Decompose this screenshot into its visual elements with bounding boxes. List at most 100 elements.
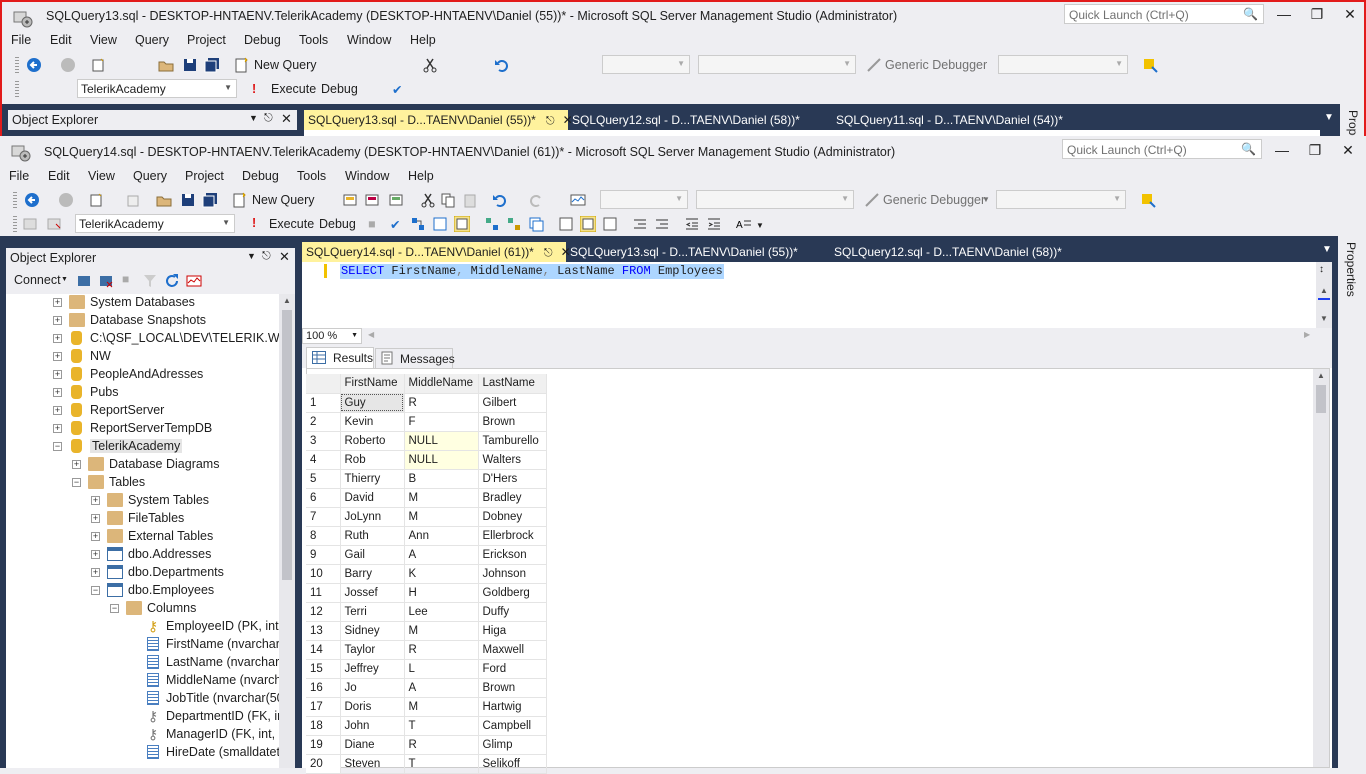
grid-cell[interactable]: Campbell: [478, 716, 547, 736]
tree-node[interactable]: + PeopleAndAdresses: [6, 366, 279, 384]
grid-cell[interactable]: M: [404, 488, 479, 508]
disconnect-icon[interactable]: [98, 273, 114, 289]
tree-node[interactable]: − dbo.Employees: [6, 582, 279, 600]
grid-cell[interactable]: Bradley: [478, 488, 547, 508]
grid-cell[interactable]: L: [404, 659, 479, 679]
live-stats-icon[interactable]: [506, 216, 522, 232]
back-arrow-icon[interactable]: [26, 57, 42, 73]
row-number-cell[interactable]: 4: [306, 450, 341, 470]
grid-cell[interactable]: David: [340, 488, 405, 508]
table-row[interactable]: 1 Guy R Gilbert: [306, 393, 547, 413]
front-minimize-button[interactable]: —: [1268, 140, 1296, 160]
results-grid[interactable]: FirstName MiddleName LastName 1 Guy R Gilbe…: [306, 374, 547, 774]
expand-icon[interactable]: +: [53, 316, 62, 325]
tree-node[interactable]: + FileTables: [6, 510, 279, 528]
results-to-file-icon[interactable]: [602, 216, 618, 232]
tree-node[interactable]: ⚷ ManagerID (FK, int, n: [6, 726, 279, 744]
analysis-query-icon[interactable]: [364, 192, 380, 208]
table-row[interactable]: 11 Jossef H Goldberg: [306, 583, 547, 603]
scroll-down-icon[interactable]: ▼: [1320, 314, 1328, 323]
grid-cell[interactable]: R: [404, 735, 479, 755]
tree-node[interactable]: + External Tables: [6, 528, 279, 546]
parse-check-icon[interactable]: ✔: [392, 82, 402, 97]
change-connection-icon[interactable]: [46, 216, 62, 232]
grid-cell[interactable]: JoLynn: [340, 507, 405, 527]
grid-cell[interactable]: Barry: [340, 564, 405, 584]
tree-node[interactable]: + dbo.Departments: [6, 564, 279, 582]
execute-icon[interactable]: !: [252, 82, 256, 96]
pin-icon[interactable]: ⎋: [262, 250, 271, 263]
redo-icon[interactable]: [528, 192, 544, 208]
collapse-icon[interactable]: −: [91, 586, 100, 595]
collapse-icon[interactable]: −: [72, 478, 81, 487]
solution-config-dropdown[interactable]: ▼: [600, 190, 688, 209]
grid-cell[interactable]: Gail: [340, 545, 405, 565]
grid-cell[interactable]: Lee: [404, 602, 479, 622]
grid-cell[interactable]: Duffy: [478, 602, 547, 622]
table-row[interactable]: 6 David M Bradley: [306, 488, 547, 508]
forward-arrow-icon[interactable]: [60, 57, 76, 73]
back-generic-debugger-dropdown[interactable]: Generic Debugger: [885, 58, 987, 72]
grid-cell[interactable]: B: [404, 469, 479, 489]
tree-node[interactable]: HireDate (smalldateti: [6, 744, 279, 762]
back-menu-project[interactable]: Project: [187, 33, 226, 47]
results-to-grid-icon[interactable]: [454, 216, 470, 232]
results-tab[interactable]: Results: [306, 347, 374, 368]
front-quick-launch-input[interactable]: Quick Launch (Ctrl+Q) 🔍: [1062, 139, 1262, 159]
row-number-cell[interactable]: 9: [306, 545, 341, 565]
grid-cell[interactable]: Gilbert: [478, 393, 547, 413]
table-row[interactable]: 13 Sidney M Higa: [306, 621, 547, 641]
back-arrow-icon[interactable]: [24, 192, 40, 208]
menu-window[interactable]: Window: [345, 169, 389, 183]
solution-platform-dropdown[interactable]: ▼: [698, 55, 856, 74]
row-number-cell[interactable]: 7: [306, 507, 341, 527]
tree-node[interactable]: − Columns: [6, 600, 279, 618]
chevron-down-icon[interactable]: ▼: [61, 276, 68, 283]
grid-cell[interactable]: Doris: [340, 697, 405, 717]
back-new-query-button[interactable]: New Query: [254, 58, 317, 72]
grid-cell[interactable]: Guy: [340, 393, 405, 413]
tree-node[interactable]: + Database Snapshots: [6, 312, 279, 330]
pin-icon[interactable]: ⎋: [546, 115, 555, 127]
connect-button[interactable]: Connect: [14, 273, 61, 287]
new-query-icon[interactable]: [231, 192, 247, 208]
grid-cell[interactable]: T: [404, 716, 479, 736]
menu-file[interactable]: File: [9, 169, 29, 183]
row-number-cell[interactable]: 11: [306, 583, 341, 603]
row-number-cell[interactable]: 16: [306, 678, 341, 698]
zoom-dropdown[interactable]: 100 % ▼: [302, 328, 362, 344]
activity-monitor-icon[interactable]: [186, 273, 202, 289]
front-close-button[interactable]: ✕: [1334, 140, 1362, 160]
table-row[interactable]: 10 Barry K Johnson: [306, 564, 547, 584]
back-menu-debug[interactable]: Debug: [244, 33, 281, 47]
expand-icon[interactable]: +: [53, 334, 62, 343]
table-row[interactable]: 8 Ruth Ann Ellerbrock: [306, 526, 547, 546]
expand-icon[interactable]: +: [53, 352, 62, 361]
xmla-query-icon[interactable]: [388, 192, 404, 208]
expand-icon[interactable]: +: [53, 370, 62, 379]
grid-cell[interactable]: Ruth: [340, 526, 405, 546]
grid-cell[interactable]: Walters: [478, 450, 547, 470]
grid-cell[interactable]: H: [404, 583, 479, 603]
expand-icon[interactable]: +: [53, 424, 62, 433]
column-header[interactable]: MiddleName: [404, 374, 479, 394]
row-number-cell[interactable]: 17: [306, 697, 341, 717]
back-debug-target-dropdown[interactable]: ▼: [998, 55, 1128, 74]
row-number-cell[interactable]: 3: [306, 431, 341, 451]
back-menu-query[interactable]: Query: [135, 33, 169, 47]
back-tab-sqlquery13[interactable]: SQLQuery13.sql - D...TAENV\Daniel (55))*…: [304, 110, 573, 130]
grid-cell[interactable]: Dobney: [478, 507, 547, 527]
tree-vertical-scrollbar[interactable]: ▲: [279, 294, 295, 768]
grid-cell[interactable]: Jossef: [340, 583, 405, 603]
grid-cell[interactable]: Thierry: [340, 469, 405, 489]
back-menu-tools[interactable]: Tools: [299, 33, 328, 47]
expand-icon[interactable]: +: [53, 298, 62, 307]
expand-icon[interactable]: +: [91, 550, 100, 559]
menu-tools[interactable]: Tools: [297, 169, 326, 183]
results-vertical-scrollbar[interactable]: ▲: [1313, 369, 1329, 767]
cut-icon[interactable]: [420, 192, 436, 208]
new-project-icon[interactable]: [88, 192, 104, 208]
tree-node[interactable]: + ReportServerTempDB: [6, 420, 279, 438]
grid-cell[interactable]: Taylor: [340, 640, 405, 660]
generic-debugger-dropdown[interactable]: Generic Debugger: [883, 193, 985, 207]
